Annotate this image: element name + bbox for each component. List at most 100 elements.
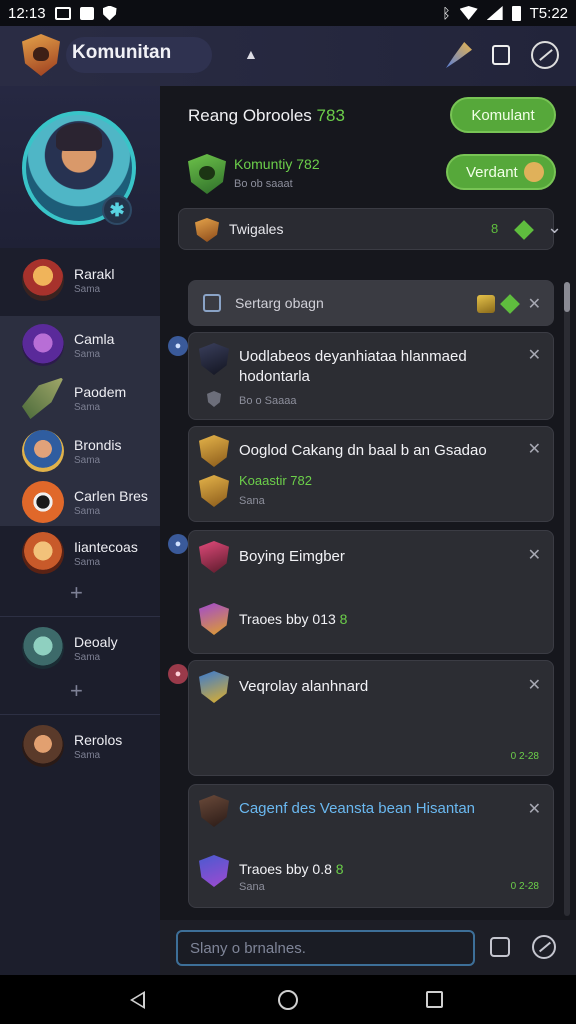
chevron-down-icon[interactable]: ⌄ xyxy=(547,217,562,238)
close-icon[interactable]: ✕ xyxy=(528,545,541,565)
avatar xyxy=(22,430,64,472)
room-number: 783 xyxy=(316,106,345,125)
system-nav-bar xyxy=(0,975,576,1024)
notification-title: Cagenf des Veansta bean Hisantan xyxy=(239,800,476,817)
close-icon[interactable]: ✕ xyxy=(528,345,541,365)
emblem-icon xyxy=(199,435,229,467)
signal-icon xyxy=(486,6,503,20)
sidebar-item[interactable]: Deoaly Sama xyxy=(22,626,158,670)
sidebar-item-name: Iiantecoas xyxy=(74,538,138,555)
wifi-icon xyxy=(459,6,478,20)
sidebar-item-sub: Sama xyxy=(74,283,101,295)
group-number: 782 xyxy=(296,156,320,172)
group-name: Komuntiy 782 xyxy=(234,156,320,172)
verdant-button-label: Verdant xyxy=(466,163,518,181)
diamond-icon xyxy=(500,294,520,314)
box-icon xyxy=(79,6,94,20)
battery-icon xyxy=(511,5,521,21)
message-input[interactable] xyxy=(176,930,475,966)
emblem-icon xyxy=(199,671,229,703)
close-icon[interactable]: ✕ xyxy=(528,675,541,695)
sidebar-item[interactable]: Iiantecoas Sama xyxy=(22,531,158,575)
rocket-icon[interactable] xyxy=(444,40,474,70)
recent-apps-icon[interactable] xyxy=(426,991,443,1008)
app-header: Komunitan ▲ xyxy=(0,26,576,86)
emblem-icon xyxy=(199,855,229,887)
filter-dropdown[interactable]: Twigales 8 ⌄ xyxy=(178,208,562,250)
upload-icon[interactable] xyxy=(490,937,510,957)
notification-meta: 0 2-28 xyxy=(510,751,539,762)
diamond-icon xyxy=(514,220,534,240)
emblem-icon xyxy=(199,475,229,507)
avatar xyxy=(22,377,64,419)
sidebar-item-sub: Sama xyxy=(74,348,101,360)
caret-up-icon[interactable]: ▲ xyxy=(244,46,258,62)
bluetooth-icon: ᛒ xyxy=(442,5,451,21)
sidebar: ✱ Rarakl Sama Camla Sama Paodem Sama Brondi… xyxy=(0,86,160,975)
verdant-button[interactable]: Verdant xyxy=(446,154,556,190)
notification-card[interactable]: Ooglod Cakang dn baal b an Gsadao Koaast… xyxy=(188,426,554,522)
notification-card[interactable]: Uodlabeos deyanhiataa hlanmaed hodontarl… xyxy=(188,332,554,420)
filter-count: 8 xyxy=(491,221,499,236)
notification-card[interactable]: Boying Eimgber Traoes bby 013 8 ✕ xyxy=(188,530,554,654)
avatar xyxy=(22,324,64,366)
sidebar-item-name: Rarakl xyxy=(74,265,115,282)
sidebar-item-sub: Sama xyxy=(74,651,101,663)
compass-icon[interactable] xyxy=(530,40,560,70)
notification-sub: Bo o Saaaa xyxy=(239,395,297,407)
close-icon[interactable]: ✕ xyxy=(528,799,541,819)
notification-line2: Traoes bby 0.8 8 xyxy=(239,859,344,879)
sidebar-item[interactable]: Camla Sama xyxy=(22,323,158,367)
avatar xyxy=(22,725,64,767)
emblem-icon xyxy=(195,218,219,242)
sidebar-item-name: Carlen Bres xyxy=(74,487,148,504)
guild-logo-icon[interactable] xyxy=(22,34,60,76)
send-icon[interactable] xyxy=(532,935,556,959)
group-subtitle: Bo ob saaat xyxy=(234,178,293,190)
room-title-text: Reang Obrooles xyxy=(188,106,312,125)
square-icon[interactable] xyxy=(486,40,516,70)
notification-sub: Sana xyxy=(239,881,265,893)
notification-title: Boying Eimgber xyxy=(239,548,345,565)
home-icon[interactable] xyxy=(278,990,298,1010)
search-icon xyxy=(203,294,221,312)
back-icon[interactable] xyxy=(130,991,145,1009)
sidebar-item[interactable]: Rerolos Sama xyxy=(22,724,158,768)
status-bar: 12:13 ᛒ T5:22 xyxy=(0,0,576,26)
sidebar-item-sub: Sama xyxy=(74,505,101,517)
close-icon[interactable]: ✕ xyxy=(528,294,541,314)
photo-icon xyxy=(54,6,71,20)
notification-card[interactable]: Veqrolay alanhnard 0 2-28 ✕ xyxy=(188,660,554,776)
sidebar-item-name: Rerolos xyxy=(74,731,123,748)
avatar xyxy=(22,481,64,523)
group-name-text: Komuntiy xyxy=(234,156,293,172)
trophy-icon xyxy=(477,295,495,313)
avatar xyxy=(22,627,64,669)
status-time: 12:13 xyxy=(8,4,46,22)
profile-area: ✱ xyxy=(0,86,160,248)
sidebar-item[interactable]: Paodem Sama xyxy=(22,376,158,420)
scrollbar[interactable] xyxy=(564,282,570,916)
sidebar-item-name: Deoaly xyxy=(74,633,118,650)
search-bar[interactable]: Sertarg obagn ✕ xyxy=(188,280,554,326)
komunitas-button[interactable]: Komulant xyxy=(450,97,556,133)
notification-card[interactable]: Cagenf des Veansta bean Hisantan Traoes … xyxy=(188,784,554,908)
add-icon[interactable]: + xyxy=(70,580,83,606)
room-title: Reang Obrooles 783 xyxy=(188,106,345,126)
side-indicator-icon: ● xyxy=(168,664,188,684)
sidebar-item-sub: Sama xyxy=(74,556,101,568)
close-icon[interactable]: ✕ xyxy=(528,439,541,459)
sidebar-item[interactable]: Brondis Sama xyxy=(22,429,158,473)
sidebar-item-sub: Sama xyxy=(74,401,101,413)
sidebar-item[interactable]: Rarakl Sama xyxy=(22,258,158,302)
add-icon[interactable]: + xyxy=(70,678,83,704)
sidebar-item[interactable]: Carlen Bres Sama xyxy=(22,480,158,524)
side-indicator-icon: ● xyxy=(168,534,188,554)
notification-line2-text: Traoes bby 0.8 xyxy=(239,861,332,877)
notification-line2-num: 8 xyxy=(335,861,344,877)
composer-bar xyxy=(160,920,576,975)
gear-badge-icon[interactable]: ✱ xyxy=(102,195,132,225)
sidebar-item-name: Brondis xyxy=(74,436,122,453)
filter-label: Twigales xyxy=(229,221,284,237)
avatar-icon xyxy=(199,343,229,375)
